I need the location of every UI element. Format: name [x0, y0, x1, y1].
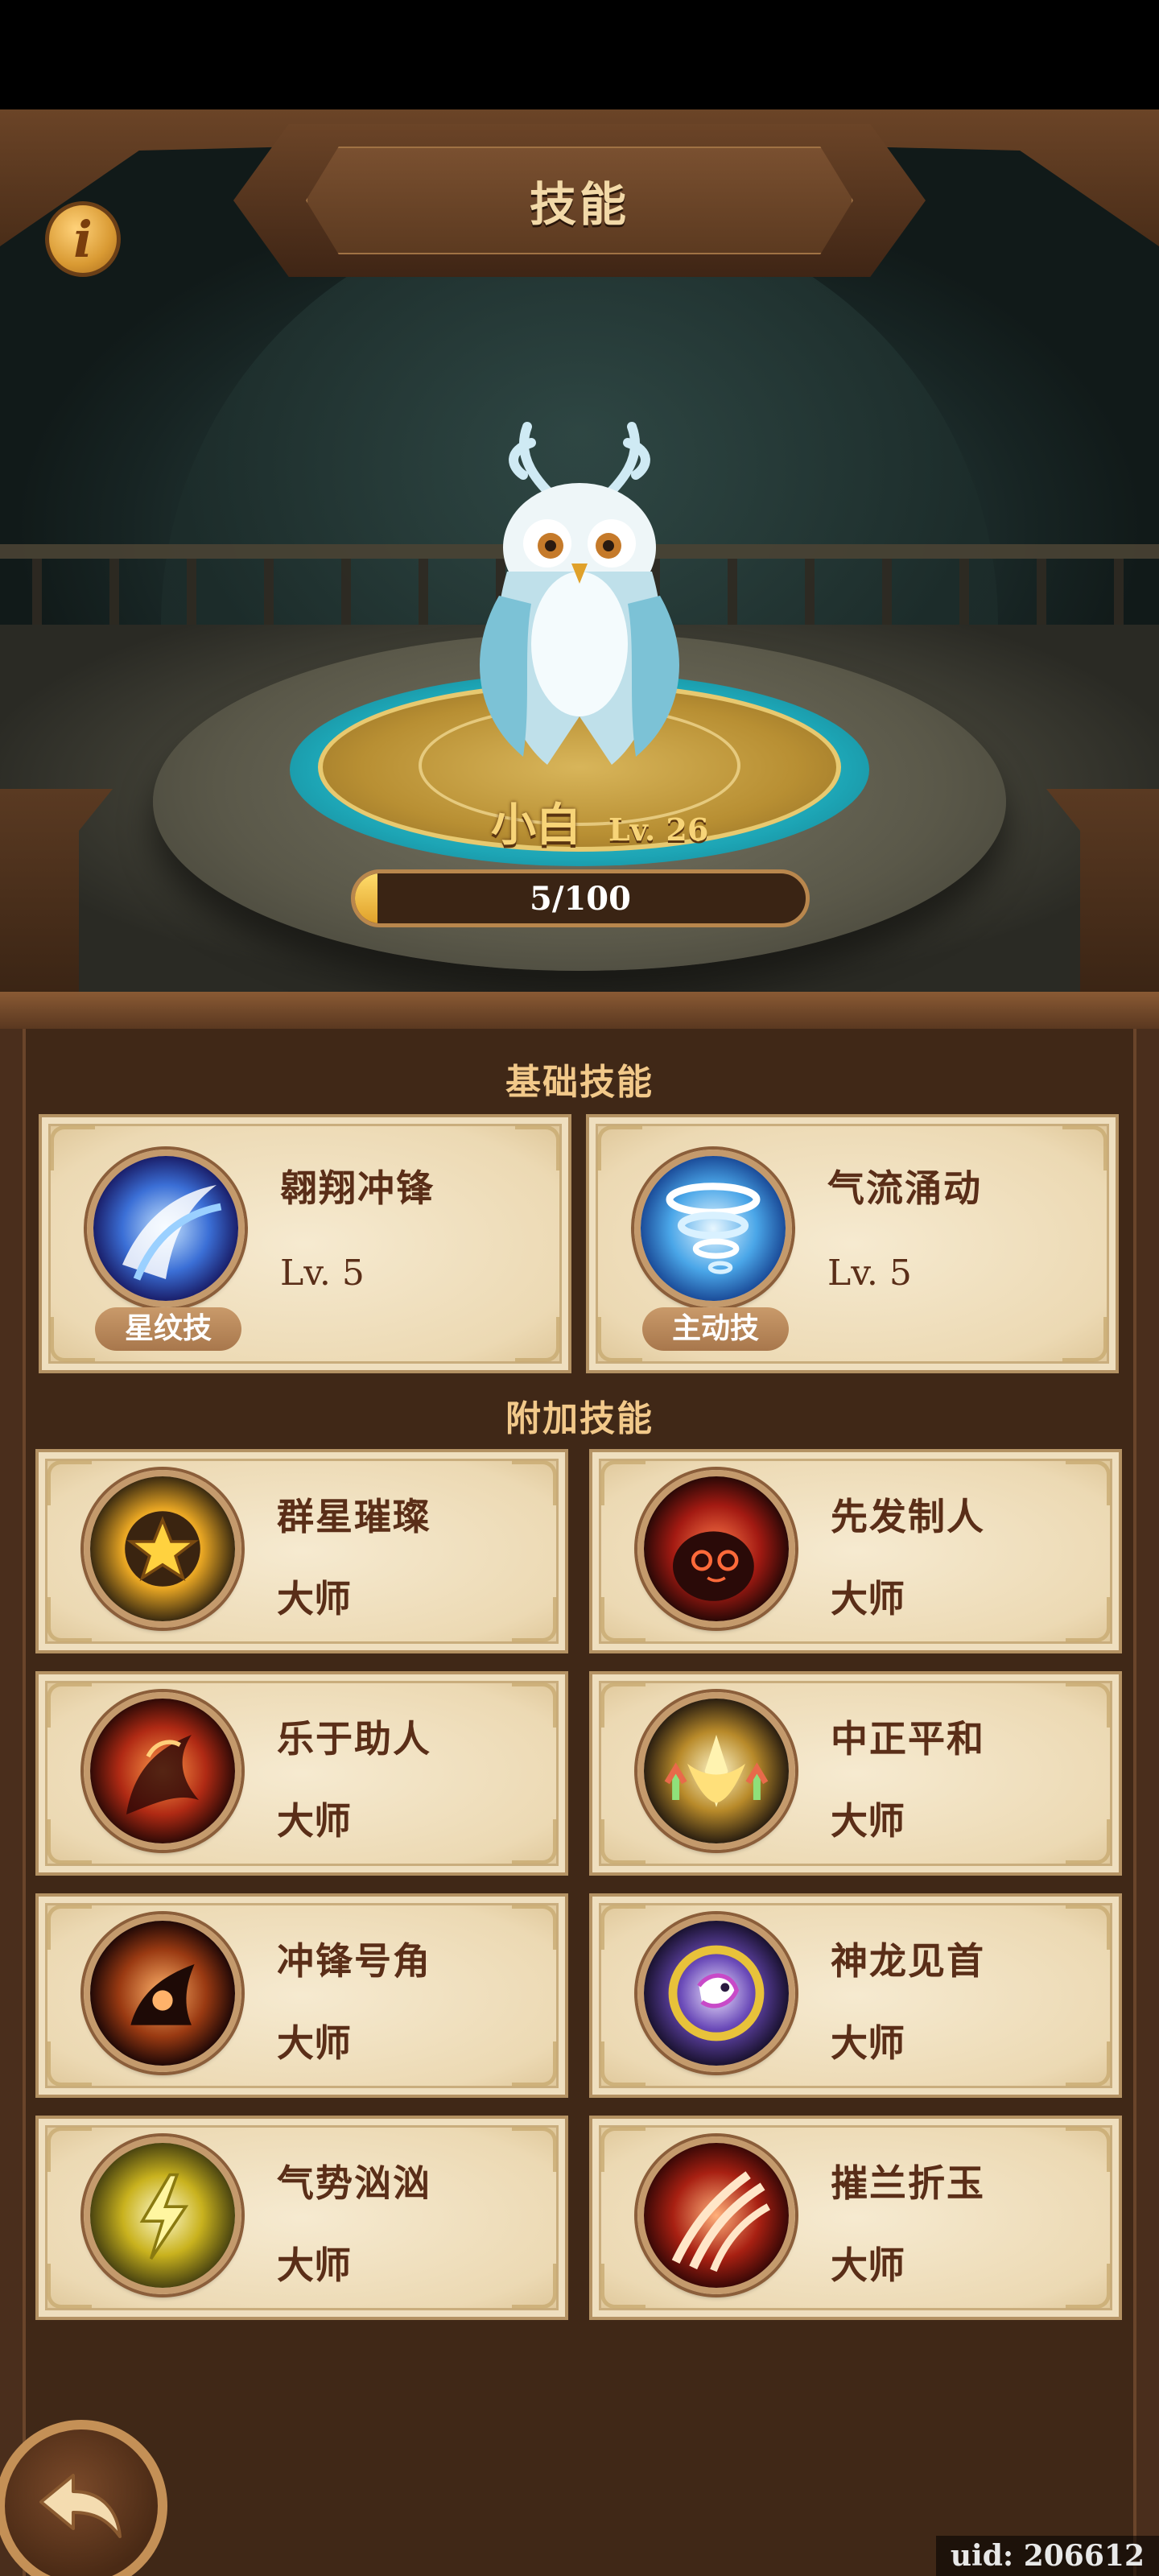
card-corner-ornament: [1066, 2041, 1111, 2087]
extra-skill-card[interactable]: 乐于助人 大师: [35, 1671, 568, 1876]
title-plaque: 技能: [233, 124, 926, 277]
back-arrow-icon: [39, 2474, 122, 2538]
card-corner-ornament: [1062, 1317, 1107, 1362]
pet-level: Lv. 26: [608, 811, 709, 848]
extra-skill-card[interactable]: 群星璀璨 大师: [35, 1449, 568, 1653]
blue-wave-slash-icon: [87, 1150, 245, 1307]
card-corner-ornament: [600, 2127, 645, 2172]
extra-skill-card[interactable]: 气势汹汹 大师: [35, 2116, 568, 2320]
pet-name: 小白: [491, 799, 581, 852]
extra-skill-card[interactable]: 摧兰折玉 大师: [589, 2116, 1122, 2320]
skill-name: 气流涌动: [827, 1166, 982, 1210]
card-corner-ornament: [600, 2041, 645, 2087]
skill-type-tag: 主动技: [642, 1307, 789, 1351]
skill-name: 乐于助人: [277, 1717, 431, 1761]
card-corner-ornament: [512, 2264, 557, 2309]
skill-level: Lv. 5: [280, 1253, 365, 1294]
card-corner-ornament: [600, 1819, 645, 1864]
pet-name-row: 小白 Lv. 26: [491, 789, 749, 853]
card-corner-ornament: [515, 1317, 560, 1362]
skill-name: 气势汹汹: [277, 2161, 431, 2205]
extra-skill-card[interactable]: 冲锋号角 大师: [35, 1893, 568, 2098]
card-corner-ornament: [47, 2264, 92, 2309]
card-corner-ornament: [1066, 1460, 1111, 1505]
card-corner-ornament: [512, 1597, 557, 1642]
user-id-label: uid: 206612: [935, 2536, 1159, 2576]
dragon-icon: [637, 1914, 795, 2072]
skill-level: Lv. 5: [827, 1253, 912, 1294]
card-corner-ornament: [600, 2264, 645, 2309]
card-corner-ornament: [50, 1317, 95, 1362]
card-corner-ornament: [512, 1460, 557, 1505]
basic-skills-title: 基础技能: [505, 1062, 654, 1103]
exp-progress-text: 5/100: [530, 879, 631, 918]
skill-name: 神龙见首: [831, 1939, 985, 1983]
card-corner-ornament: [47, 1819, 92, 1864]
tornado-icon: [634, 1150, 792, 1307]
skill-name: 摧兰折玉: [831, 2161, 985, 2205]
extra-skill-card[interactable]: 中正平和 大师: [589, 1671, 1122, 1876]
skill-rank: 大师: [831, 2021, 905, 2065]
info-icon: i: [73, 209, 93, 269]
gold-star-icon: [84, 1470, 241, 1628]
card-corner-ornament: [512, 2127, 557, 2172]
golden-lotus-icon: [637, 1692, 795, 1850]
horn-icon: [84, 1914, 241, 2072]
skill-name: 先发制人: [831, 1495, 985, 1538]
skill-name: 冲锋号角: [277, 1939, 431, 1983]
skill-rank: 大师: [277, 2021, 351, 2065]
card-corner-ornament: [1062, 1125, 1107, 1170]
skill-rank: 大师: [831, 2244, 905, 2287]
skill-type-tag: 星纹技: [95, 1307, 241, 1351]
card-corner-ornament: [1066, 2127, 1111, 2172]
skill-name: 中正平和: [831, 1717, 985, 1761]
claw-slash-icon: [637, 2136, 795, 2294]
card-corner-ornament: [512, 1905, 557, 1950]
top-bar: [0, 0, 1159, 113]
skill-name: 群星璀璨: [277, 1495, 431, 1538]
extra-skills-title: 附加技能: [505, 1398, 654, 1439]
card-corner-ornament: [597, 1317, 642, 1362]
card-corner-ornament: [515, 1125, 560, 1170]
card-corner-ornament: [50, 1125, 95, 1170]
skill-rank: 大师: [831, 1577, 905, 1620]
owl-pet-image[interactable]: [451, 411, 708, 781]
card-corner-ornament: [47, 1597, 92, 1642]
extra-skill-card[interactable]: 神龙见首 大师: [589, 1893, 1122, 2098]
card-corner-ornament: [600, 1682, 645, 1728]
skill-name: 翱翔冲锋: [280, 1166, 435, 1210]
card-corner-ornament: [47, 2041, 92, 2087]
flame-beast-icon: [84, 1692, 241, 1850]
card-corner-ornament: [600, 1905, 645, 1950]
basic-skill-card[interactable]: 主动技 气流涌动 Lv. 5: [586, 1114, 1119, 1373]
card-corner-ornament: [1066, 1682, 1111, 1728]
card-corner-ornament: [47, 1682, 92, 1728]
card-corner-ornament: [512, 2041, 557, 2087]
red-eyes-icon: [637, 1470, 795, 1628]
card-corner-ornament: [47, 1905, 92, 1950]
card-corner-ornament: [600, 1597, 645, 1642]
card-corner-ornament: [512, 1682, 557, 1728]
page-title: 技能: [529, 177, 629, 232]
basic-skill-card[interactable]: 星纹技 翱翔冲锋 Lv. 5: [39, 1114, 571, 1373]
skill-rank: 大师: [831, 1799, 905, 1843]
card-corner-ornament: [600, 1460, 645, 1505]
extra-skill-card[interactable]: 先发制人 大师: [589, 1449, 1122, 1653]
card-corner-ornament: [47, 2127, 92, 2172]
skill-rank: 大师: [277, 2244, 351, 2287]
card-corner-ornament: [1066, 2264, 1111, 2309]
info-button[interactable]: i: [45, 201, 121, 277]
card-corner-ornament: [512, 1819, 557, 1864]
card-corner-ornament: [1066, 1905, 1111, 1950]
lightning-orb-icon: [84, 2136, 241, 2294]
card-corner-ornament: [1066, 1597, 1111, 1642]
card-corner-ornament: [597, 1125, 642, 1170]
panel-top-border: [0, 992, 1159, 1029]
card-corner-ornament: [1066, 1819, 1111, 1864]
skill-rank: 大师: [277, 1799, 351, 1843]
exp-progress-bar: 5/100: [351, 869, 810, 927]
skill-rank: 大师: [277, 1577, 351, 1620]
card-corner-ornament: [47, 1460, 92, 1505]
